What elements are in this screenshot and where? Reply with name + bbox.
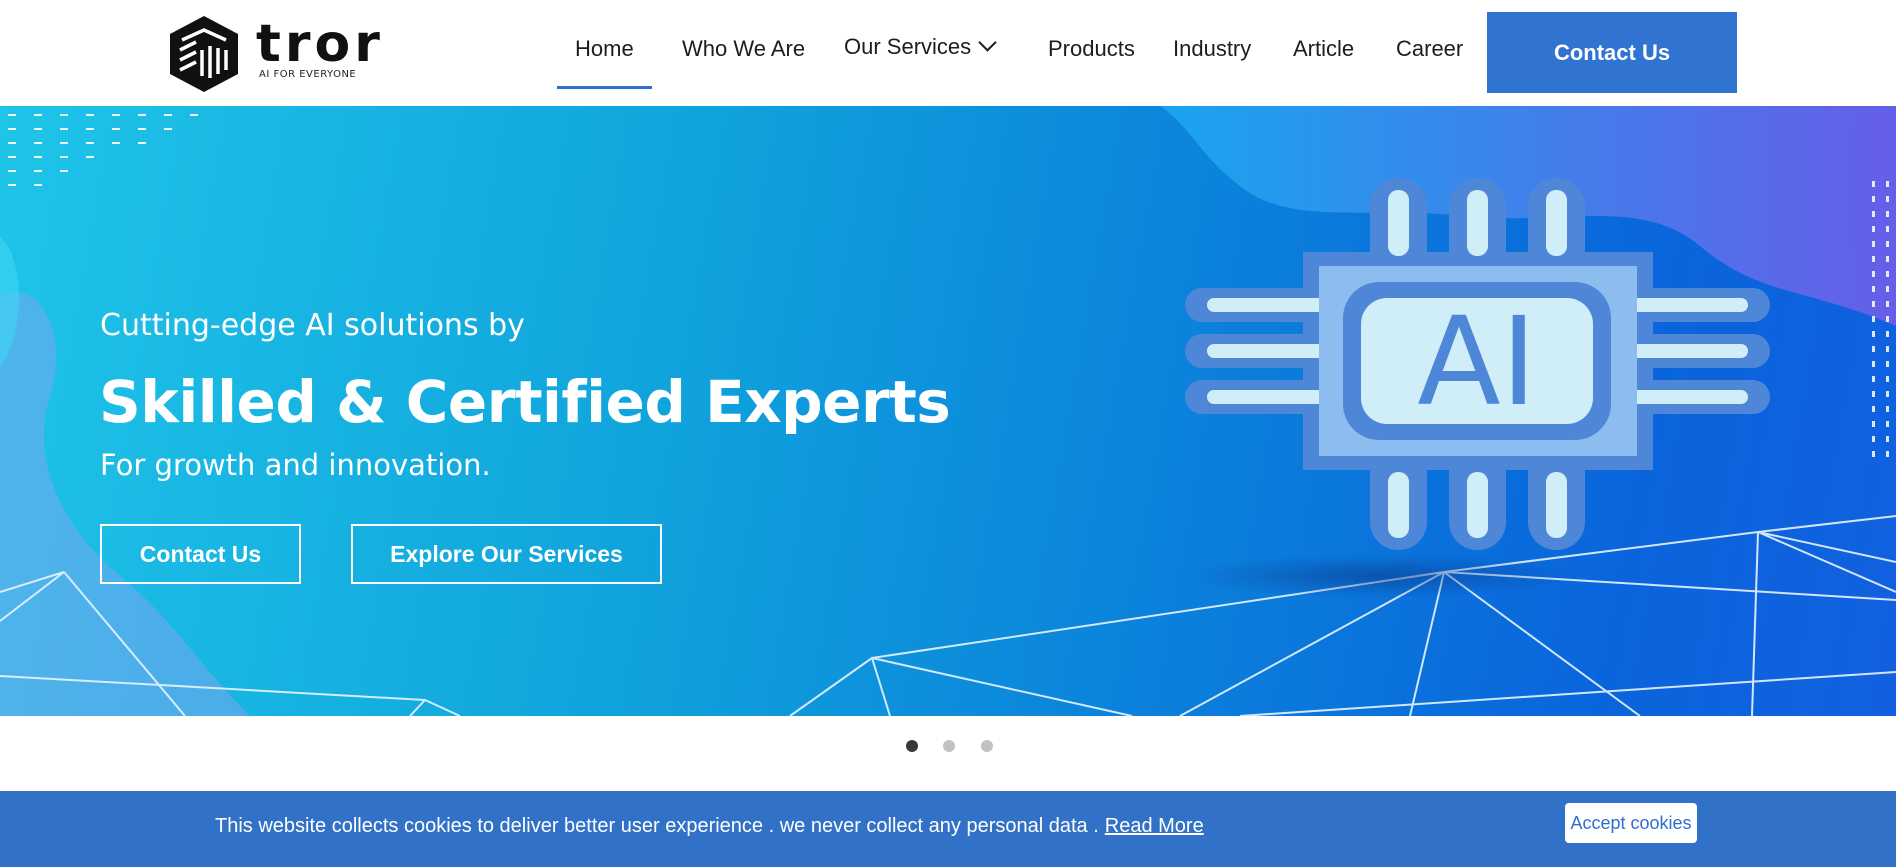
hero-subtitle: Cutting-edge AI solutions by xyxy=(100,308,525,343)
nav-industry-label: Industry xyxy=(1173,36,1252,61)
carousel-dot-1[interactable] xyxy=(906,740,918,752)
nav-home-label: Home xyxy=(575,36,634,61)
nav-who-we-are[interactable]: Who We Are xyxy=(682,36,805,62)
main-nav: Home Who We Are Our Services Products In… xyxy=(0,0,1896,106)
ai-chip-icon: AI xyxy=(1185,178,1770,550)
hero-explore-services-button[interactable]: Explore Our Services xyxy=(351,524,662,584)
cookie-message: This website collects cookies to deliver… xyxy=(215,815,1204,838)
accept-cookies-button[interactable]: Accept cookies xyxy=(1565,803,1697,843)
nav-our-services[interactable]: Our Services xyxy=(844,33,997,60)
cookie-message-text: This website collects cookies to deliver… xyxy=(215,815,1099,837)
nav-article-label: Article xyxy=(1293,36,1355,61)
site-header: tror AI FOR EVERYONE Home Who We Are Our… xyxy=(0,0,1896,106)
nav-our-services-label: Our Services xyxy=(844,34,972,59)
nav-products[interactable]: Products xyxy=(1048,36,1135,62)
carousel-dot-2[interactable] xyxy=(943,740,955,752)
hero-title: Skilled & Certified Experts xyxy=(99,368,951,436)
hero-contact-button[interactable]: Contact Us xyxy=(100,524,301,584)
hero-banner: AI Cutting-edge AI solutions by Skilled … xyxy=(0,106,1896,716)
chevron-down-icon xyxy=(978,33,997,52)
hero-tagline: For growth and innovation. xyxy=(100,448,491,482)
read-more-link[interactable]: Read More xyxy=(1105,815,1204,837)
ai-chip-label: AI xyxy=(1417,291,1536,433)
nav-products-label: Products xyxy=(1048,36,1135,61)
nav-who-we-are-label: Who We Are xyxy=(682,36,806,61)
header-contact-button[interactable]: Contact Us xyxy=(1487,12,1737,93)
nav-article[interactable]: Article xyxy=(1293,36,1354,62)
nav-industry[interactable]: Industry xyxy=(1173,36,1251,62)
nav-career[interactable]: Career xyxy=(1396,36,1463,62)
cookie-banner: This website collects cookies to deliver… xyxy=(0,791,1896,867)
carousel-dot-3[interactable] xyxy=(981,740,993,752)
nav-home[interactable]: Home xyxy=(557,36,652,89)
nav-career-label: Career xyxy=(1396,36,1464,61)
